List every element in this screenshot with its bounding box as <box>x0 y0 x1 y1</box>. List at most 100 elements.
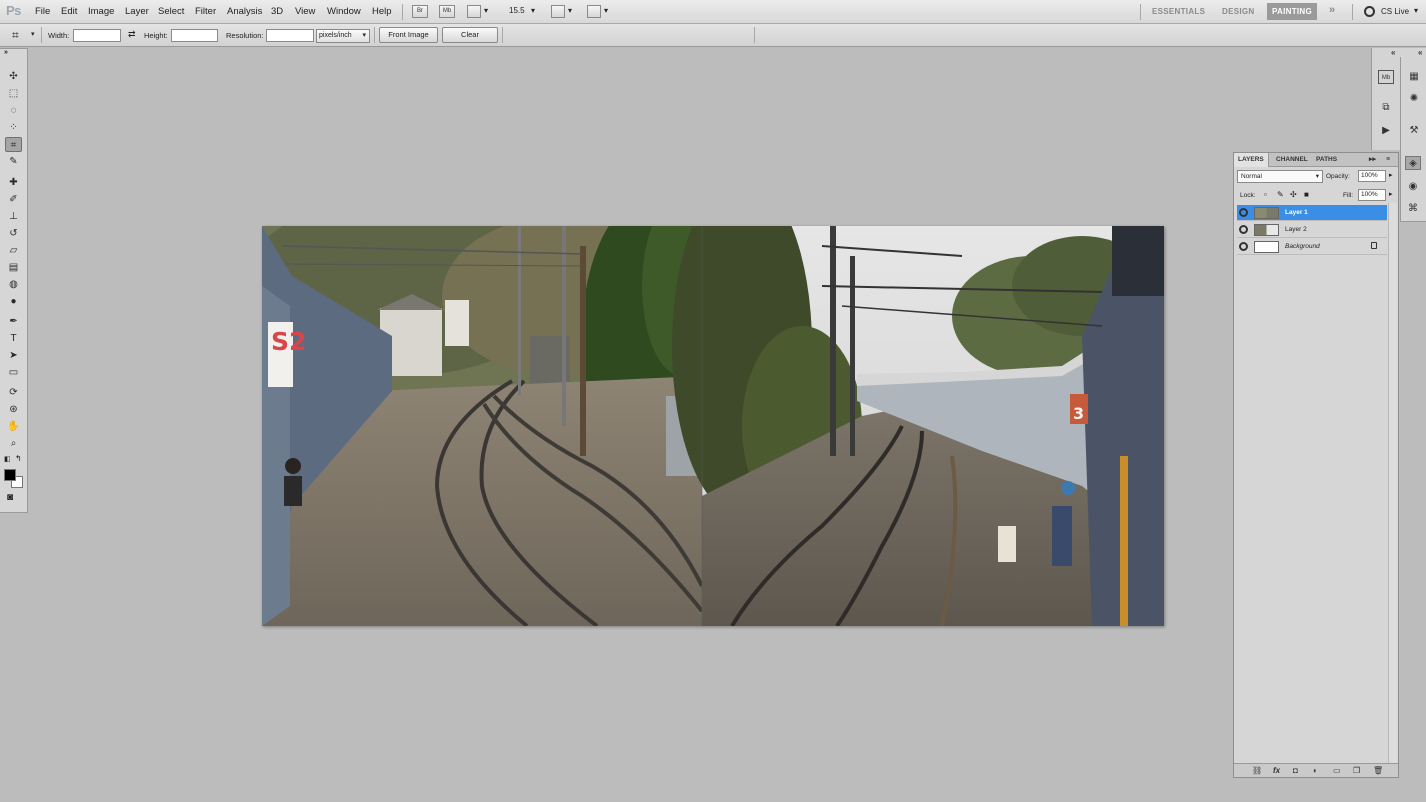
actions-panel-icon[interactable]: ▶ <box>1378 124 1394 138</box>
dodge-tool[interactable]: ● <box>5 294 22 309</box>
type-tool[interactable]: T <box>5 331 22 346</box>
crop-tool-preset-icon[interactable]: ⌗ <box>12 28 19 43</box>
cs-live-label[interactable]: CS Live <box>1381 7 1409 16</box>
trash-icon[interactable]: 🗑 <box>1373 766 1383 775</box>
more-workspaces-icon[interactable]: » <box>1329 4 1335 16</box>
chevron-down-icon[interactable]: ▾ <box>484 6 488 15</box>
menu-select[interactable]: Select <box>158 6 184 17</box>
panel-menu-icon[interactable]: ≡ <box>1382 153 1394 167</box>
tab-paths[interactable]: PATHS <box>1312 153 1341 167</box>
layer-row-background[interactable]: Background <box>1237 239 1387 255</box>
arrange-documents-icon[interactable] <box>551 5 565 18</box>
menu-file[interactable]: File <box>35 6 50 17</box>
resolution-field[interactable] <box>266 29 314 42</box>
chevron-down-icon[interactable]: ▾ <box>31 30 35 38</box>
3d-orbit-tool[interactable]: ⊛ <box>5 402 22 417</box>
healing-brush-tool[interactable]: ✚ <box>5 175 22 190</box>
marquee-tool[interactable]: ⬚ <box>5 86 22 101</box>
menu-3d[interactable]: 3D <box>271 6 283 17</box>
group-icon[interactable]: ▭ <box>1333 766 1341 775</box>
front-image-button[interactable]: Front Image <box>379 27 438 43</box>
quick-select-tool[interactable]: ⁘ <box>5 120 22 135</box>
expand-dock-icon[interactable]: « <box>1418 48 1422 57</box>
chevron-down-icon[interactable]: ▾ <box>604 6 608 15</box>
fx-icon[interactable]: fx <box>1273 766 1280 775</box>
menu-view[interactable]: View <box>295 6 315 17</box>
brush-panel-icon[interactable]: ✺ <box>1406 92 1422 106</box>
mini-bridge-panel-icon[interactable]: Mb <box>1378 70 1394 84</box>
adjustment-icon[interactable]: ◐ <box>1313 766 1318 775</box>
opacity-field[interactable]: 100% <box>1358 170 1386 182</box>
lasso-tool[interactable]: ◌ <box>5 103 22 118</box>
eyedropper-tool[interactable]: ✎ <box>5 154 22 169</box>
blend-mode-select[interactable]: Normal ▾ <box>1237 170 1323 183</box>
lock-transparent-icon[interactable]: ▫ <box>1264 190 1267 199</box>
history-panel-icon[interactable]: ⧉ <box>1378 101 1394 115</box>
chevron-down-icon[interactable]: ▾ <box>531 6 535 15</box>
eye-icon[interactable] <box>1239 208 1248 217</box>
histogram-panel-icon[interactable]: ▦ <box>1406 70 1422 84</box>
eye-icon[interactable] <box>1239 242 1248 251</box>
cs-live-icon[interactable] <box>1364 6 1375 17</box>
height-field[interactable] <box>171 29 218 42</box>
mask-icon[interactable]: ◘ <box>1293 766 1298 775</box>
hand-tool[interactable]: ✋ <box>5 419 22 434</box>
chevron-down-icon[interactable]: ▾ <box>1414 6 1418 15</box>
eraser-tool[interactable]: ▱ <box>5 243 22 258</box>
resolution-unit-select[interactable]: pixels/inch ▾ <box>316 29 370 43</box>
collapse-icon[interactable]: » <box>4 49 8 56</box>
zoom-tool[interactable]: ⌕ <box>5 436 22 451</box>
brush-tool[interactable]: ✐ <box>5 192 22 207</box>
zoom-level[interactable]: 15.5 <box>509 6 525 15</box>
new-layer-icon[interactable]: ❐ <box>1353 766 1360 775</box>
workspace-painting[interactable]: PAINTING <box>1267 3 1318 20</box>
menu-layer[interactable]: Layer <box>125 6 149 17</box>
swap-colors-icon[interactable]: ↰ <box>15 454 22 463</box>
crop-tool[interactable]: ⌗ <box>5 137 22 152</box>
paths-panel-icon[interactable]: ⌘ <box>1405 202 1421 216</box>
history-brush-tool[interactable]: ↺ <box>5 226 22 241</box>
screen-mode-icon[interactable] <box>587 5 601 18</box>
fill-field[interactable]: 100% <box>1358 189 1386 201</box>
3d-rotate-tool[interactable]: ⟳ <box>5 385 22 400</box>
extras-icon[interactable] <box>467 5 481 18</box>
layer-row-layer1[interactable]: Layer 1 <box>1237 205 1387 221</box>
clear-button[interactable]: Clear <box>442 27 498 43</box>
clone-stamp-tool[interactable]: ⊥ <box>5 209 22 224</box>
eye-icon[interactable] <box>1239 225 1248 234</box>
swap-icon[interactable]: ⇄ <box>128 29 136 40</box>
collapse-panel-icon[interactable]: ▸▸ <box>1365 153 1380 167</box>
gradient-tool[interactable]: ▤ <box>5 260 22 275</box>
menu-filter[interactable]: Filter <box>195 6 216 17</box>
link-icon[interactable]: ⛓ <box>1252 766 1262 775</box>
channels-panel-icon[interactable]: ◉ <box>1405 180 1421 194</box>
expand-dock-icon[interactable]: « <box>1391 48 1395 57</box>
default-colors-icon[interactable]: ◧ <box>4 455 11 463</box>
foreground-color-swatch[interactable] <box>4 469 16 481</box>
document-canvas[interactable]: S2 3 <box>262 226 1164 626</box>
lock-image-icon[interactable]: ✎ <box>1277 190 1284 199</box>
workspace-design[interactable]: DESIGN <box>1222 7 1254 16</box>
tool-presets-panel-icon[interactable]: ⚒ <box>1406 124 1422 138</box>
minibridge-button[interactable]: Mb <box>439 5 455 18</box>
fill-slider-icon[interactable]: ▸ <box>1389 190 1393 198</box>
lock-all-icon[interactable]: ■ <box>1304 190 1309 199</box>
menu-image[interactable]: Image <box>88 6 114 17</box>
move-tool[interactable]: ✣ <box>5 69 22 84</box>
tab-channels[interactable]: CHANNEL <box>1272 153 1312 167</box>
layers-scrollbar[interactable] <box>1388 203 1397 763</box>
layers-panel-icon[interactable]: ◈ <box>1405 156 1421 170</box>
lock-position-icon[interactable]: ✣ <box>1290 190 1297 199</box>
menu-help[interactable]: Help <box>372 6 392 17</box>
menu-window[interactable]: Window <box>327 6 361 17</box>
bridge-button[interactable]: Br <box>412 5 428 18</box>
menu-edit[interactable]: Edit <box>61 6 77 17</box>
path-select-tool[interactable]: ➤ <box>5 348 22 363</box>
blur-tool[interactable]: ◍ <box>5 277 22 292</box>
tab-layers[interactable]: LAYERS <box>1234 153 1269 167</box>
layer-row-layer2[interactable]: Layer 2 <box>1237 222 1387 238</box>
workspace-essentials[interactable]: ESSENTIALS <box>1152 7 1205 16</box>
width-field[interactable] <box>73 29 121 42</box>
chevron-down-icon[interactable]: ▾ <box>568 6 572 15</box>
shape-tool[interactable]: ▭ <box>5 365 22 380</box>
